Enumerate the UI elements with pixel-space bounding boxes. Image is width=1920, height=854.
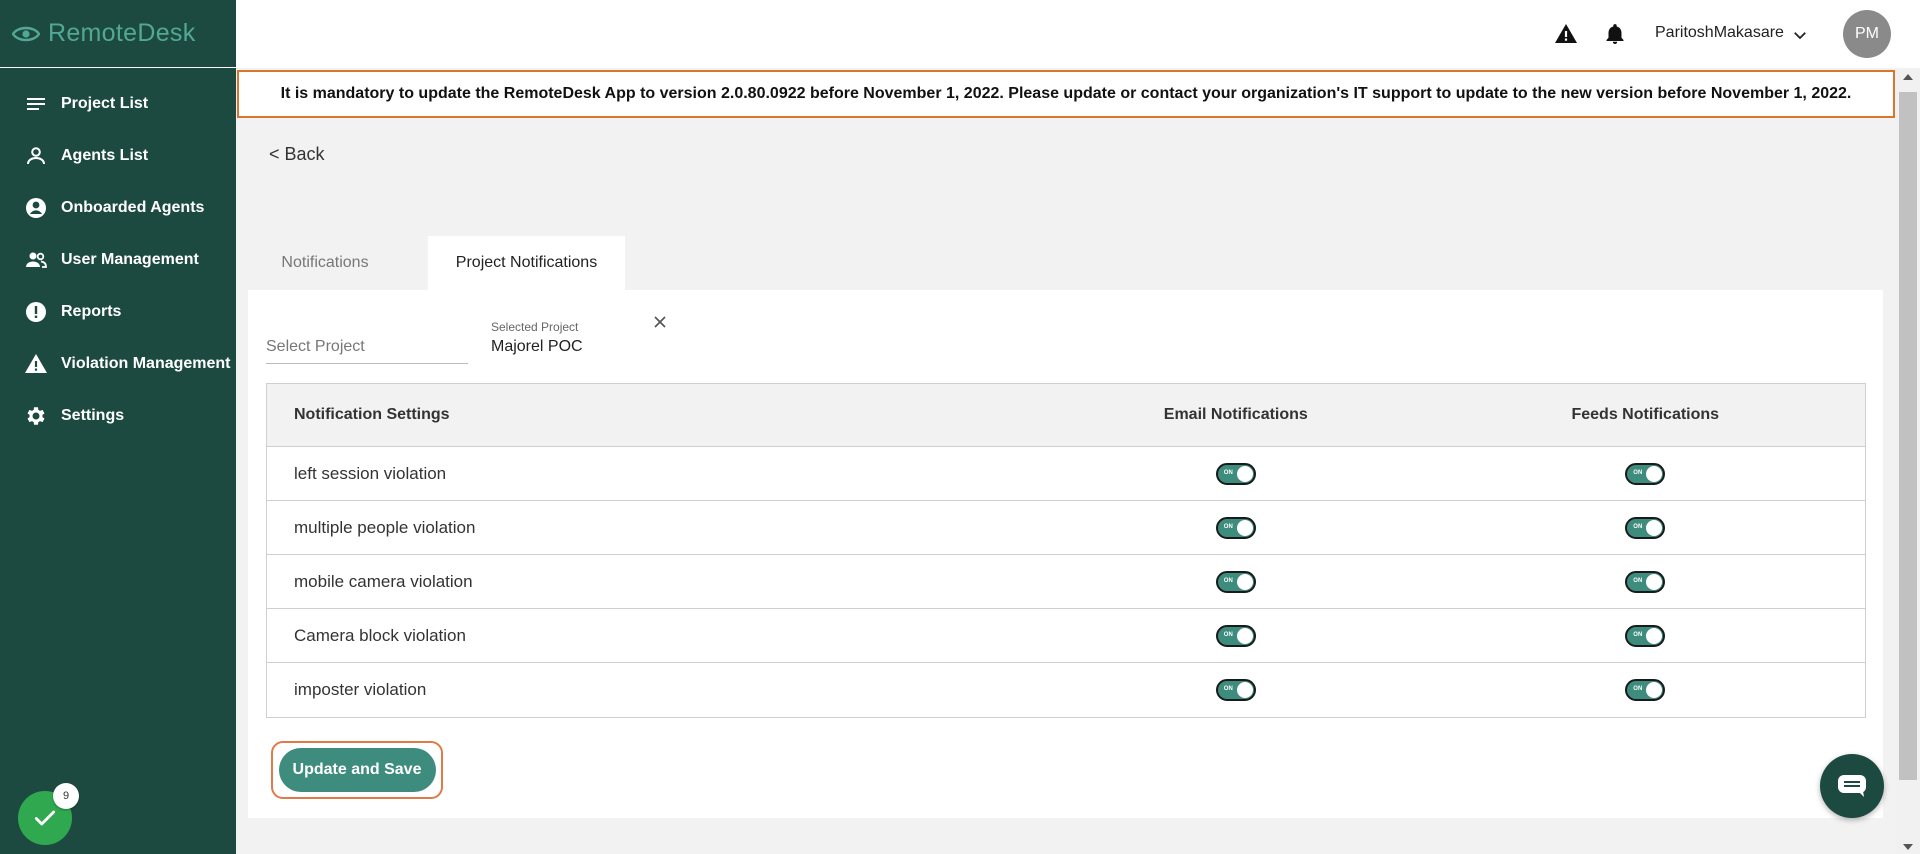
toggle-knob [1236,573,1253,590]
sidebar-item-settings[interactable]: Settings [0,390,236,442]
toggle-state-label: ON [1633,523,1643,530]
notification-name: mobile camera violation [294,571,473,591]
selected-project-value: Majorel POC [491,338,583,355]
toggle-state-label: ON [1633,631,1643,638]
toggle-knob [1646,573,1663,590]
toggle-state-label: ON [1633,577,1643,584]
toggle-knob [1236,465,1253,482]
sidebar-item-project-list[interactable]: Project List [0,78,236,130]
column-header-email: Email Notifications [1163,406,1308,423]
scroll-up-arrow-icon[interactable] [1903,74,1913,80]
warning-icon [25,354,47,373]
brand-name: RemoteDesk [48,19,196,47]
scroll-down-arrow-icon[interactable] [1903,844,1913,850]
email-toggle[interactable]: ON [1215,624,1256,647]
feeds-toggle[interactable]: ON [1625,570,1666,593]
feeds-toggle[interactable]: ON [1625,624,1666,647]
sidebar-item-label: Settings [61,407,125,424]
eye-logo-icon [12,26,40,41]
chat-icon [1838,775,1866,797]
email-toggle[interactable]: ON [1215,570,1256,593]
account-circle-icon [26,198,46,218]
toggle-state-label: ON [1223,469,1233,476]
tasks-count-badge: 9 [53,783,79,809]
sidebar-item-agents-list[interactable]: Agents List [0,130,236,182]
save-button-focus-ring: Update and Save [271,741,443,799]
bell-icon[interactable] [1603,22,1627,46]
sidebar-nav: Project List Agents List Onboarded Agent… [0,78,236,442]
toggle-knob [1236,682,1253,698]
page-scrollbar[interactable] [1896,70,1920,854]
alert-circle-icon [26,302,46,322]
feeds-toggle[interactable]: ON [1625,516,1666,539]
column-header-notification-settings: Notification Settings [294,406,450,423]
toggle-knob [1646,519,1663,536]
toggle-knob [1646,627,1663,644]
sidebar-item-label: Violation Management [61,355,231,372]
warning-icon[interactable] [1554,22,1578,46]
toggle-state-label: ON [1633,469,1643,476]
sidebar-item-label: Onboarded Agents [61,199,205,216]
close-icon[interactable] [650,312,670,332]
notification-name: Camera block violation [294,625,466,645]
avatar[interactable]: PM [1843,10,1891,58]
select-project-field[interactable]: Select Project [266,338,468,364]
toggle-state-label: ON [1223,523,1233,530]
toggle-state-label: ON [1223,577,1233,584]
email-toggle[interactable]: ON [1215,462,1256,485]
chevron-down-icon[interactable] [1791,26,1809,44]
gear-icon [27,407,45,425]
toggle-knob [1236,519,1253,536]
column-header-feeds: Feeds Notifications [1571,406,1720,423]
list-icon [27,98,45,110]
scroll-thumb[interactable] [1899,92,1917,780]
check-icon [34,810,56,826]
notification-name: left session violation [294,463,447,483]
sidebar-item-label: Project List [61,95,149,112]
update-and-save-button[interactable]: Update and Save [278,748,436,792]
table-row: Camera block violation ON ON [267,609,1865,663]
tab-notifications[interactable]: Notifications [250,236,400,290]
user-menu-name[interactable]: ParitoshMakasare [1655,24,1784,42]
table-row: multiple people violation ON ON [267,501,1865,555]
toggle-knob [1646,682,1663,698]
table-row: mobile camera violation ON ON [267,555,1865,609]
sidebar-item-label: User Management [61,251,199,268]
update-banner: It is mandatory to update the RemoteDesk… [237,70,1895,118]
toggle-state-label: ON [1223,631,1233,638]
selected-project-label: Selected Project [491,320,579,334]
table-row: left session violation ON ON [267,447,1865,501]
toggle-knob [1236,627,1253,644]
tasks-check-button[interactable]: 9 [18,783,79,845]
brand[interactable]: RemoteDesk [0,0,236,68]
notification-name: imposter violation [294,680,427,699]
toggle-knob [1646,465,1663,482]
sidebar-item-onboarded-agents[interactable]: Onboarded Agents [0,182,236,234]
sidebar-item-label: Reports [61,303,122,320]
sidebar-item-reports[interactable]: Reports [0,286,236,338]
sidebar-item-user-management[interactable]: User Management [0,234,236,286]
email-toggle[interactable]: ON [1215,516,1256,539]
feeds-toggle[interactable]: ON [1625,462,1666,485]
email-toggle[interactable]: ON [1215,679,1256,701]
sidebar-item-violation-management[interactable]: Violation Management [0,338,236,390]
top-header: ParitoshMakasare PM [236,0,1920,68]
chat-button[interactable] [1820,754,1884,818]
feeds-toggle[interactable]: ON [1625,679,1666,701]
sidebar-item-label: Agents List [61,147,149,164]
toggle-state-label: ON [1633,686,1643,692]
person-icon [27,147,45,165]
sidebar: RemoteDesk Project List Agents List Onbo… [0,0,236,854]
project-notifications-panel: Select Project Selected Project Majorel … [248,290,1883,818]
toggle-state-label: ON [1223,686,1233,692]
table-row: imposter violation ON ON [267,663,1865,717]
table-header: Notification Settings Email Notification… [267,384,1865,447]
notification-settings-table: Notification Settings Email Notification… [266,383,1866,718]
people-icon [26,252,47,268]
back-link[interactable]: < Back [269,144,325,165]
tab-project-notifications[interactable]: Project Notifications [428,236,625,290]
notification-name: multiple people violation [294,517,476,537]
